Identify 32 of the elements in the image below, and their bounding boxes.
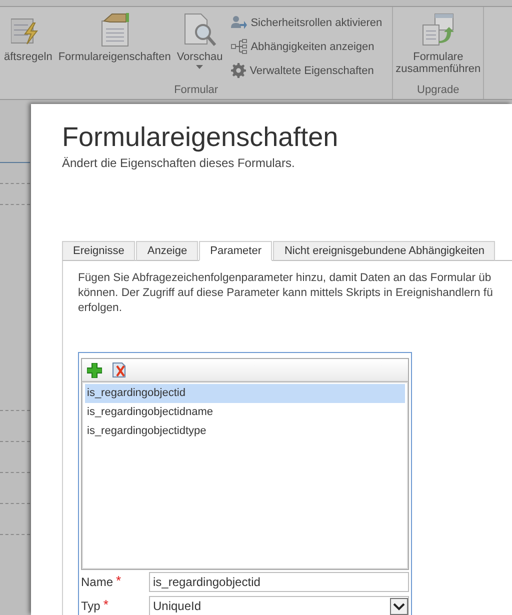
required-mark: * [103,597,108,612]
group-label: Formular [173,84,220,98]
add-icon[interactable] [87,362,102,378]
tree-diagram-icon [230,39,247,54]
dialog-title: Formulareigenschaften [62,121,340,154]
settings-icon [230,63,246,78]
field-label: Name [81,575,114,589]
group-label: Upgrade [416,84,460,98]
ribbon-button[interactable]: Abhängigkeiten anzeigen [230,37,382,56]
tab[interactable]: Parameter [199,241,272,261]
document-arrow-icon [421,13,456,47]
required-mark: * [116,573,122,588]
ribbon-button[interactable]: Sicherheitsrollen aktivieren [230,13,382,32]
list-item[interactable]: is_regardingobjectid [85,384,405,403]
ribbon-button[interactable]: Formulare zusammenführen [397,13,480,84]
name-field[interactable]: is_regardingobjectid [149,572,409,592]
list-item[interactable]: is_regardingobjectidname [85,403,405,422]
ribbon-button[interactable]: äftsregeln [4,13,52,84]
dialog-subtitle: Ändert die Eigenschaften dieses Formulars. [62,156,296,170]
ribbon-button[interactable]: Vorschau [176,13,223,84]
tab[interactable]: Nicht ereignisgebundene Abhängigkeiten [273,241,496,261]
delete-document-icon[interactable] [112,362,127,378]
ribbon-button[interactable]: Verwaltete Eigenschaften [230,61,382,80]
tab[interactable]: Anzeige [136,241,198,261]
ribbon-button[interactable]: Formulareigenschaften [58,13,171,84]
tab[interactable]: Ereignisse [62,241,136,261]
type-dropdown[interactable]: UniqueId [149,596,409,615]
magnifier-document-icon [182,13,217,47]
field-label: Typ [81,599,100,613]
chevron-down-icon [390,598,408,614]
description-text: Fügen Sie Abfragezeichenfolgenparameter hinzu, damit Daten an das Formular üb können. Der Zugriff auf diese Parameter kann mittels Skripts in Ereignishandlern fü erfolgen. [78,271,494,316]
list-item[interactable]: is_regardingobjectidtype [85,422,405,441]
